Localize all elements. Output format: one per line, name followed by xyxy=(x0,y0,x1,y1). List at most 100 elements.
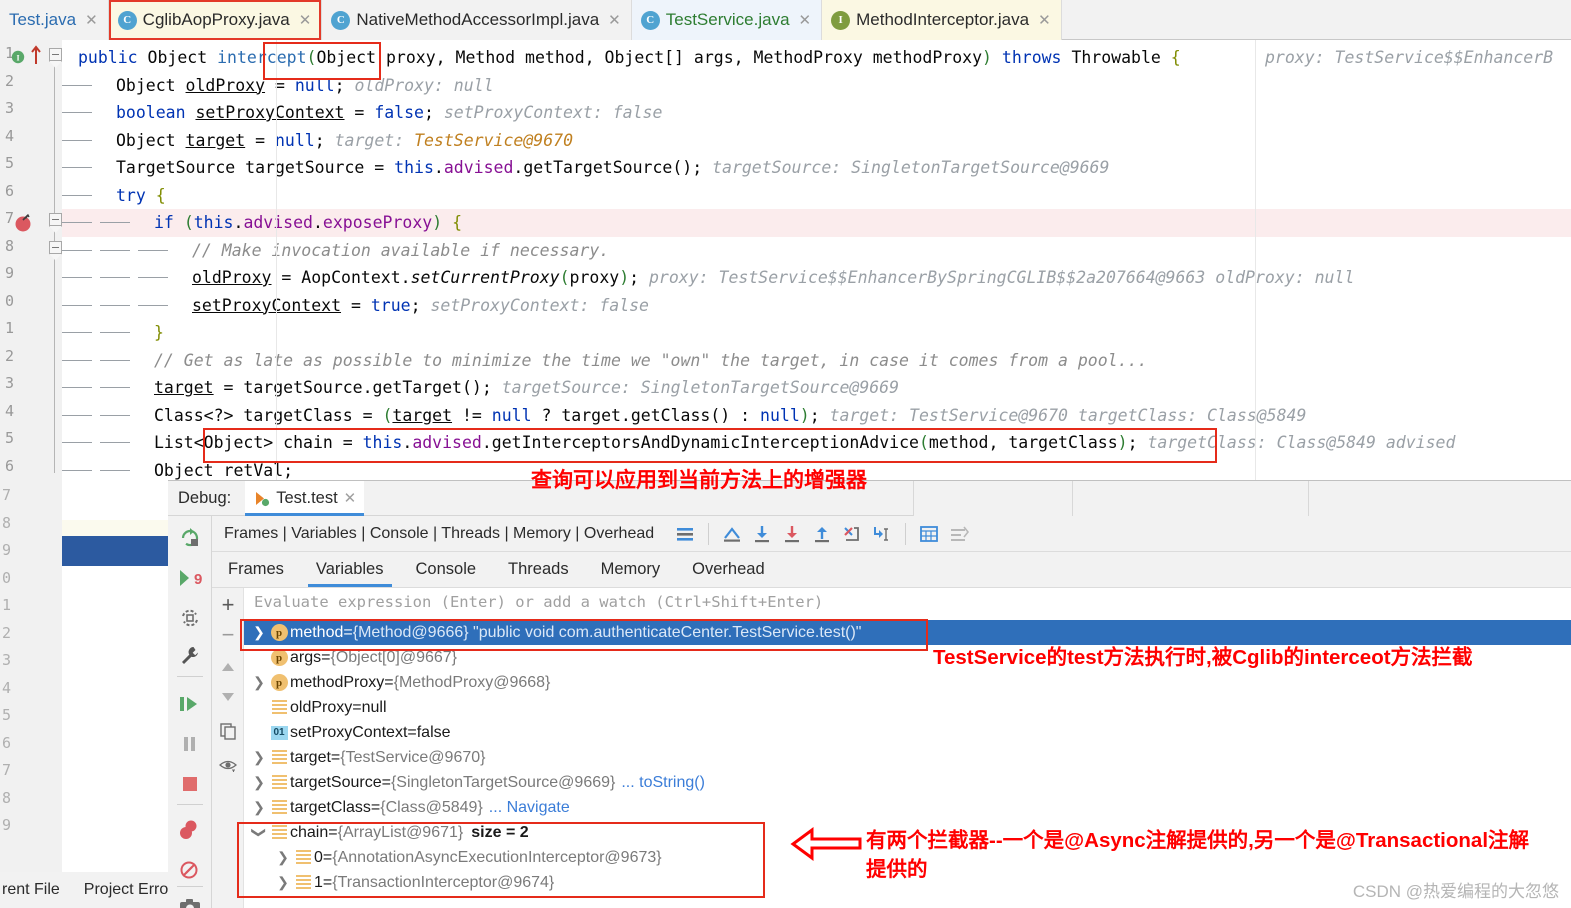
variable-action-link[interactable]: ... toString() xyxy=(621,774,705,792)
resume-icon[interactable] xyxy=(168,684,212,724)
move-up-icon[interactable] xyxy=(212,652,244,682)
variable-value: {TransactionInterceptor@9674} xyxy=(332,873,555,891)
chevron-right-icon[interactable]: ❯ xyxy=(274,849,292,866)
code-line[interactable]: boolean setProxyContext = false; setProx… xyxy=(62,99,1571,127)
code-line[interactable]: Object target = null; target: TestServic… xyxy=(62,127,1571,155)
fold-collapse-icon[interactable] xyxy=(49,240,62,254)
code-line[interactable]: TargetSource targetSource = this.advised… xyxy=(62,154,1571,182)
add-watch-icon[interactable]: + xyxy=(212,590,244,620)
variable-row[interactable]: ❯ p method = {Method@9666} "public void co… xyxy=(244,620,1571,645)
close-icon[interactable]: ✕ xyxy=(85,11,98,29)
chevron-right-icon[interactable]: ❯ xyxy=(274,874,292,891)
step-over-icon[interactable] xyxy=(747,519,777,549)
editor-tab-methodinterceptor[interactable]: I MethodInterceptor.java ✕ xyxy=(822,0,1062,40)
resume-program-icon[interactable]: 9 xyxy=(168,558,212,598)
variable-row[interactable]: ❯ targetClass = {Class@5849} ... Navigate xyxy=(244,795,1571,820)
pause-icon[interactable] xyxy=(168,724,212,764)
chevron-right-icon[interactable]: ❯ xyxy=(250,674,268,691)
remove-watch-icon[interactable]: − xyxy=(212,620,244,650)
inspect-eye-icon[interactable] xyxy=(212,750,244,780)
chevron-right-icon[interactable]: ❯ xyxy=(250,624,268,641)
variable-row[interactable]: oldProxy = null xyxy=(244,695,1571,720)
chevron-right-icon[interactable]: ❯ xyxy=(250,774,268,791)
evaluate-expression-input[interactable]: Evaluate expression (Enter) or add a wat… xyxy=(244,588,1571,616)
view-breakpoints-icon[interactable] xyxy=(168,810,212,850)
gutter-implements-icon[interactable]: I xyxy=(11,48,29,71)
variable-row[interactable]: ❯ targetSource = {SingletonTargetSource@9… xyxy=(244,770,1571,795)
chevron-down-icon[interactable]: ❯ xyxy=(251,824,268,842)
close-icon[interactable]: ✕ xyxy=(608,11,621,29)
fold-collapse-icon[interactable] xyxy=(49,213,62,226)
variable-row[interactable]: ❯ target = {TestService@9670} xyxy=(244,745,1571,770)
editor-tab-testservice[interactable]: C TestService.java ✕ xyxy=(631,0,823,40)
code-line[interactable]: // Get as late as possible to minimize t… xyxy=(62,347,1571,375)
code-line[interactable]: if (this.advised.exposeProxy) { xyxy=(62,209,1571,237)
debug-tab-memory[interactable]: Memory xyxy=(585,552,677,587)
close-icon[interactable]: ✕ xyxy=(799,11,812,29)
run-configuration-tab[interactable]: Test.test ✕ xyxy=(245,480,365,516)
debug-tab-threads[interactable]: Threads xyxy=(492,552,585,587)
debug-tab-frames[interactable]: Frames xyxy=(212,552,300,587)
close-icon[interactable]: ✕ xyxy=(1038,11,1051,29)
step-out-icon[interactable] xyxy=(807,519,837,549)
run-to-cursor-icon[interactable] xyxy=(867,519,897,549)
sort-values-icon[interactable] xyxy=(944,519,974,549)
evaluate-expression-icon[interactable] xyxy=(914,519,944,549)
code-line[interactable]: // Make invocation available if necessar… xyxy=(62,237,1571,265)
step-into-icon[interactable] xyxy=(777,519,807,549)
mute-breakpoints-icon[interactable] xyxy=(168,850,212,890)
gutter-override-arrow-icon[interactable] xyxy=(30,45,42,70)
status-current-file[interactable]: rent File xyxy=(2,881,60,899)
chevron-right-icon[interactable]: ❯ xyxy=(250,749,268,766)
layout-settings-icon[interactable] xyxy=(670,519,700,549)
variable-equals: = xyxy=(328,823,338,841)
stop-icon[interactable] xyxy=(168,764,212,804)
variable-equals: = xyxy=(370,798,381,816)
watermark: CSDN @热爱编程的大忽悠 xyxy=(1352,882,1559,901)
force-step-over-icon[interactable] xyxy=(837,519,867,549)
variable-value: null xyxy=(361,698,387,716)
move-down-icon[interactable] xyxy=(212,682,244,712)
code-line[interactable]: setProxyContext = true; setProxyContext:… xyxy=(62,292,1571,320)
debug-toolbar[interactable]: Frames | Variables | Console | Threads |… xyxy=(212,516,1571,552)
status-project-errors[interactable]: Project Erro xyxy=(84,881,168,899)
variables-rail[interactable]: + − xyxy=(212,588,244,908)
code-line[interactable]: public Object intercept(Object proxy, Me… xyxy=(62,44,1571,72)
breakpoint-verified-icon[interactable] xyxy=(14,212,36,239)
editor-tab-cglibaopproxy[interactable]: C CglibAopProxy.java ✕ xyxy=(108,0,323,40)
code-content[interactable]: public Object intercept(Object proxy, Me… xyxy=(62,40,1571,480)
code-line[interactable]: target = targetSource.getTarget(); targe… xyxy=(62,374,1571,402)
code-line[interactable]: } xyxy=(62,319,1571,347)
debugger-action-rail[interactable]: 9 xyxy=(168,516,212,908)
debug-tab-overhead[interactable]: Overhead xyxy=(676,552,780,587)
chevron-right-icon[interactable]: ❯ xyxy=(250,799,268,816)
settings-wrench-icon[interactable] xyxy=(168,636,212,676)
camera-screenshot-icon[interactable] xyxy=(168,888,212,908)
code-line[interactable]: oldProxy = AopContext.setCurrentProxy(pr… xyxy=(62,264,1571,292)
variable-action-link[interactable]: ... Navigate xyxy=(489,799,570,817)
restart-frame-icon[interactable] xyxy=(168,598,212,638)
variable-row[interactable]: ❯ p methodProxy = {MethodProxy@9668} xyxy=(244,670,1571,695)
code-line[interactable]: try { xyxy=(62,182,1571,210)
close-icon[interactable]: ✕ xyxy=(344,489,357,507)
debug-tab-variables[interactable]: Variables xyxy=(300,552,400,587)
code-line[interactable]: List<Object> chain = this.advised.getInt… xyxy=(62,429,1571,457)
code-line[interactable]: Object oldProxy = null; oldProxy: null xyxy=(62,72,1571,100)
close-icon[interactable]: ✕ xyxy=(299,11,312,29)
line-number: 0 xyxy=(4,291,14,310)
editor-tab-nativemethodaccessorimpl[interactable]: C NativeMethodAccessorImpl.java ✕ xyxy=(322,0,632,40)
variable-equals: = xyxy=(322,848,333,866)
code-editor[interactable]: 12345678901234567 public Object intercep… xyxy=(0,40,1571,480)
fold-collapse-icon[interactable] xyxy=(49,48,62,61)
rerun-icon[interactable] xyxy=(168,518,212,558)
editor-tab-bar: Test.java ✕ C CglibAopProxy.java ✕ C NativeMet… xyxy=(0,0,1571,40)
debug-tab-console[interactable]: Console xyxy=(400,552,493,587)
code-folding-column[interactable] xyxy=(48,40,62,480)
copy-value-icon[interactable] xyxy=(212,716,244,746)
show-execution-point-icon[interactable] xyxy=(717,519,747,549)
debug-tab-label: Overhead xyxy=(692,560,765,578)
editor-tab-test[interactable]: Test.java ✕ xyxy=(0,0,109,40)
debug-tab-strip[interactable]: Frames Variables Console Threads Memory Overh… xyxy=(212,552,1571,588)
code-line[interactable]: Class<?> targetClass = (target != null ?… xyxy=(62,402,1571,430)
variable-row[interactable]: 01 setProxyContext = false xyxy=(244,720,1571,745)
